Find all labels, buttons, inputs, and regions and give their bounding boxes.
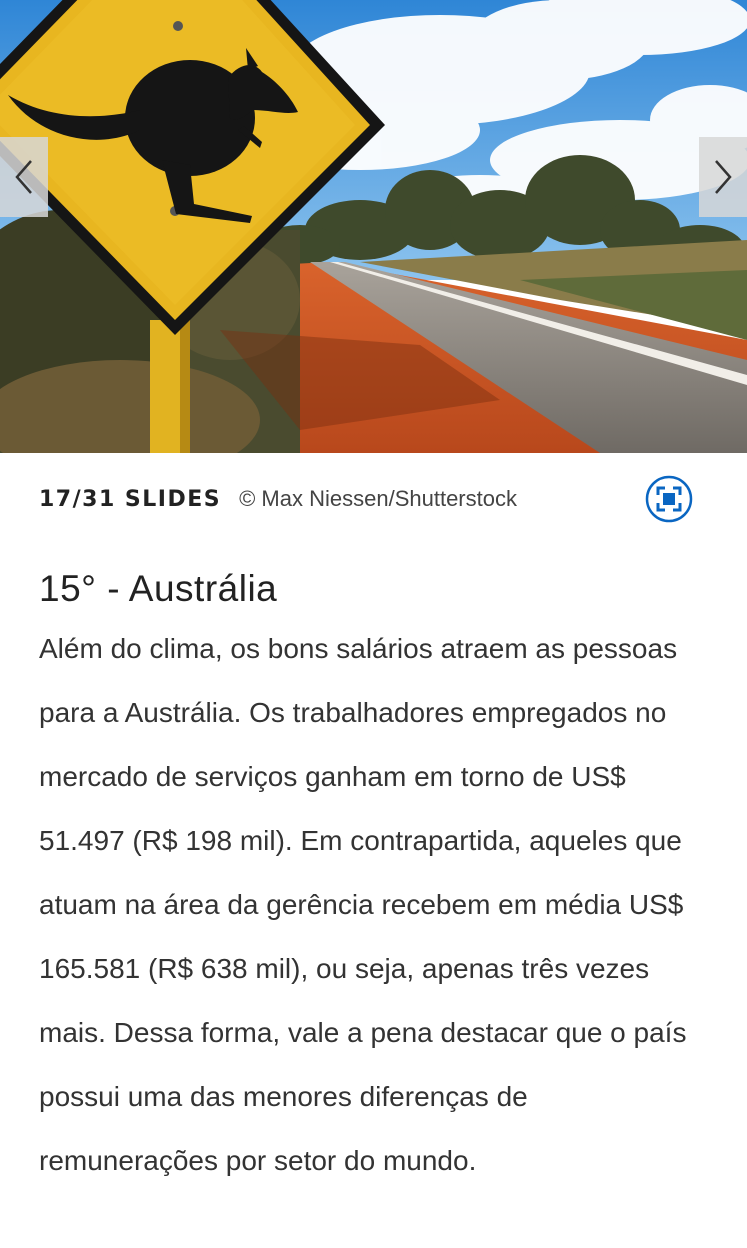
slide-counter: 17/31 SLIDES: [39, 486, 222, 512]
slide-caption-bar: 17/31 SLIDES © Max Niessen/Shutterstock: [0, 453, 747, 545]
slide-article: 15° - Austrália Além do clima, os bons s…: [0, 545, 747, 1193]
slide-title: 15° - Austrália: [39, 568, 278, 609]
photo-credit: © Max Niessen/Shutterstock: [239, 486, 517, 511]
fullscreen-button[interactable]: [645, 475, 693, 523]
chevron-left-icon: [15, 160, 32, 194]
next-slide-button[interactable]: [699, 137, 747, 217]
previous-slide-button[interactable]: [0, 137, 48, 217]
kangaroo-sign-photo: [0, 0, 747, 453]
chevron-right-icon: [715, 160, 732, 194]
slide-image: [0, 0, 747, 453]
slide-body-text: Além do clima, os bons salários atraem a…: [39, 633, 687, 1176]
fullscreen-icon: [645, 475, 693, 523]
